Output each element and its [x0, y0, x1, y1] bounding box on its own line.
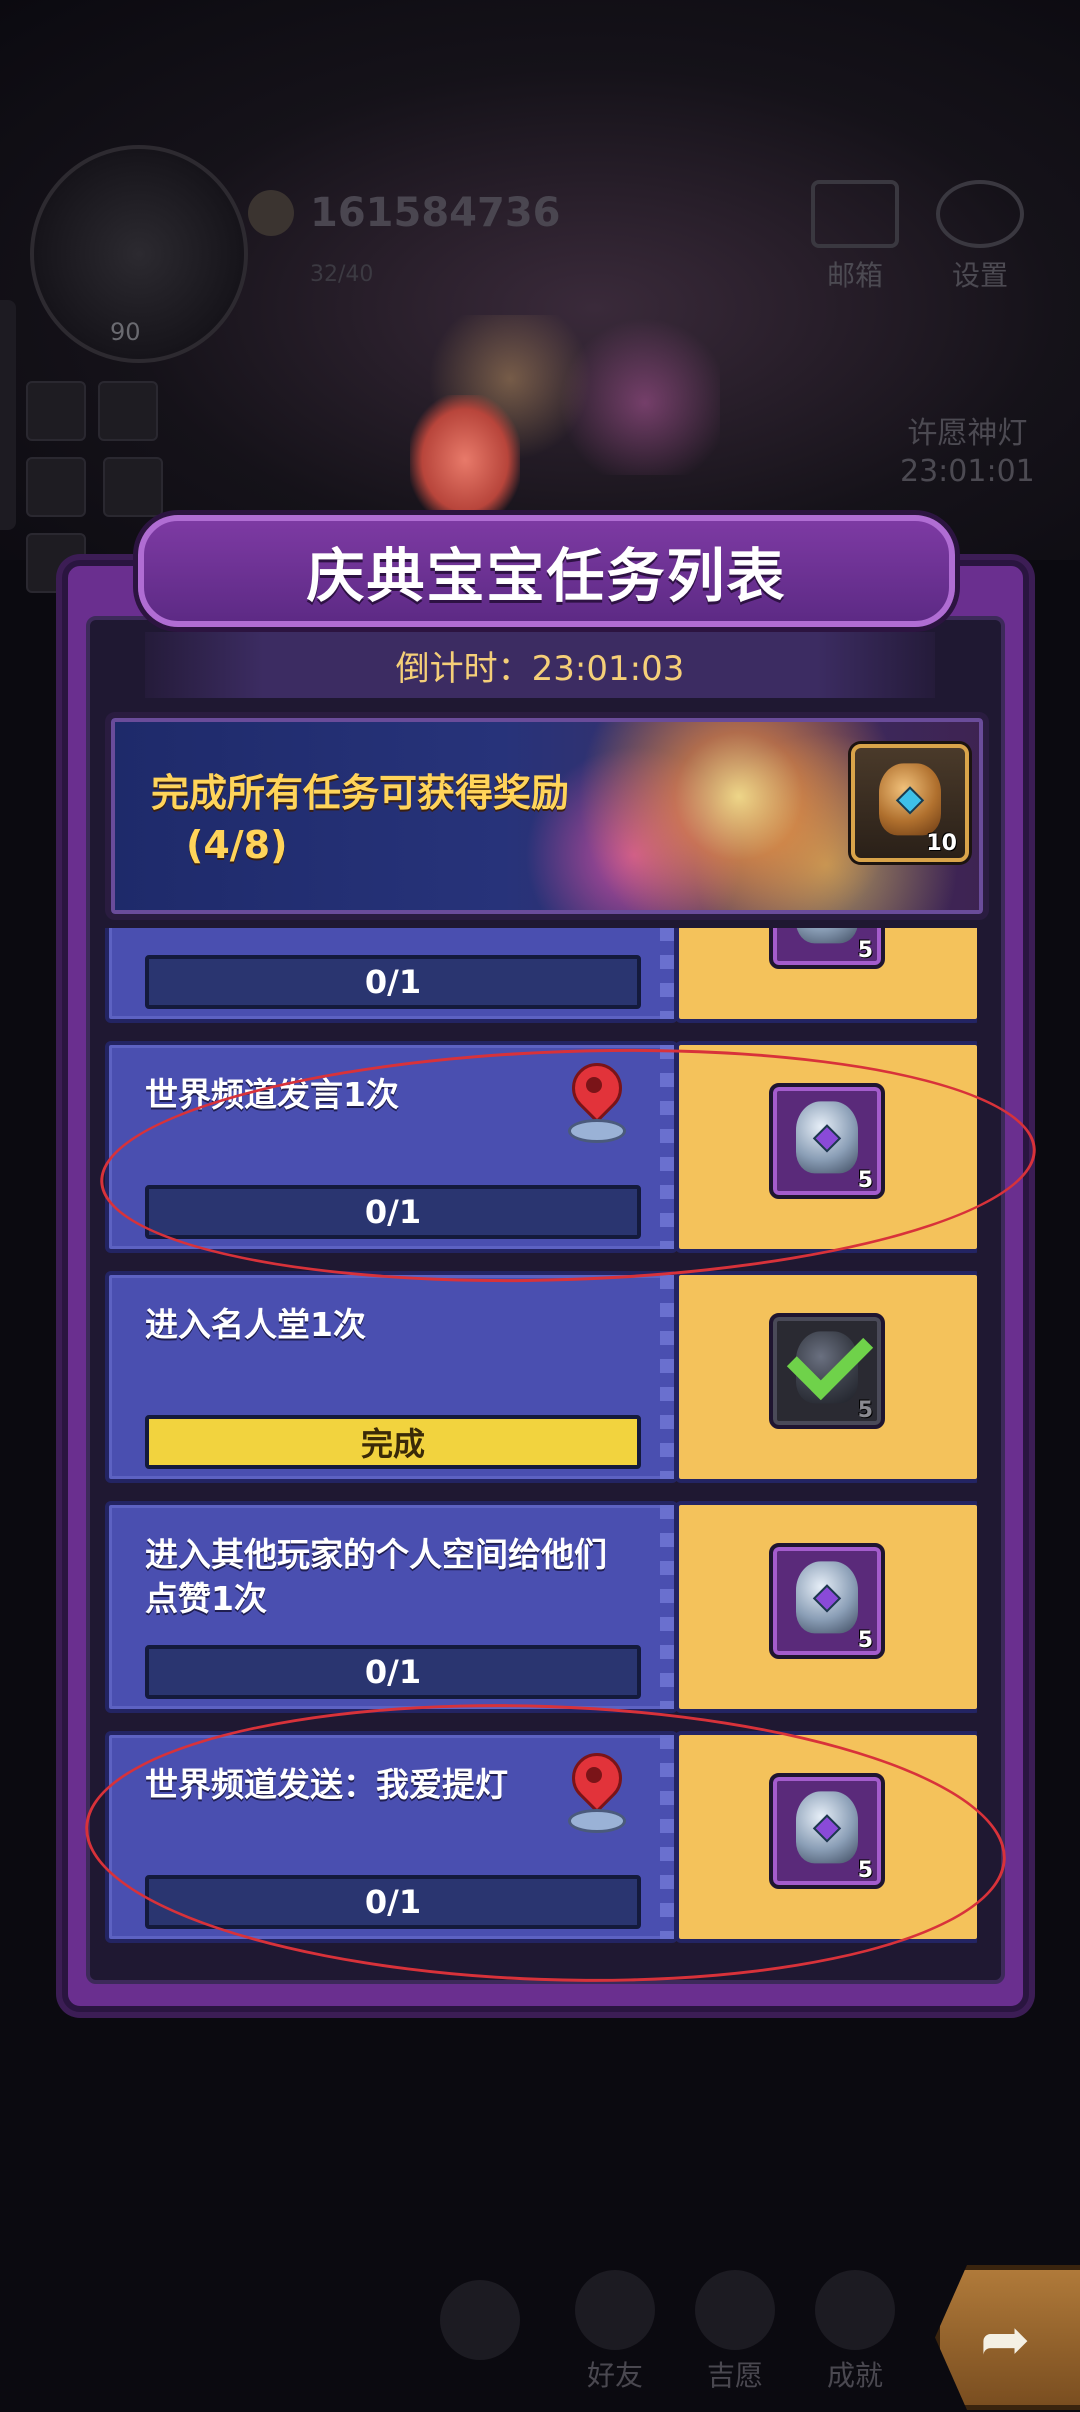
task-progress-bar: 0/1: [145, 1645, 641, 1699]
task-reward-panel: 5: [675, 1271, 977, 1483]
dialog-title: 庆典宝宝任务列表: [306, 542, 787, 610]
shortcut-icon[interactable]: [98, 381, 158, 441]
nav-achievements[interactable]: 成就: [800, 2270, 910, 2394]
task-info: 0/1: [105, 928, 678, 1023]
task-progress-bar: 完成: [145, 1415, 641, 1469]
location-pin-icon[interactable]: [561, 1052, 633, 1143]
task-reward-panel: 5: [675, 1041, 977, 1253]
reward-quantity: 10: [926, 831, 957, 856]
mail-icon: [811, 180, 899, 248]
shortcut-icon[interactable]: [103, 457, 164, 517]
task-progress-bar: 0/1: [145, 955, 641, 1009]
task-title: 世界频道发言1次: [145, 1075, 399, 1114]
task-reward-item[interactable]: 5: [769, 1543, 885, 1659]
gem-icon: [812, 1584, 842, 1613]
task-reward-panel: 5: [675, 1731, 977, 1943]
mail-label: 邮箱: [826, 259, 883, 292]
nav-friends-label: 好友: [586, 2359, 643, 2392]
task-reward-item[interactable]: 5: [769, 928, 885, 969]
task-info: 进入名人堂1次 完成: [105, 1271, 678, 1483]
mail-button[interactable]: 邮箱: [800, 180, 910, 294]
task-list[interactable]: 0/1 5 世界频道发言1次 0/1 5 进入名人堂1次 完成 5 进入其他玩家…: [105, 928, 977, 1960]
gem-icon: [812, 1814, 842, 1843]
task-row: 0/1 5: [105, 928, 977, 1023]
coin-sub: 32/40: [310, 262, 374, 287]
reward-quantity: 5: [857, 938, 873, 963]
reward-quantity: 5: [857, 1628, 873, 1653]
trophy-icon: [815, 2270, 895, 2350]
task-info: 进入其他玩家的个人空间给他们点赞1次 0/1: [105, 1501, 678, 1713]
task-reward-item: 5: [769, 1313, 885, 1429]
nav-settings[interactable]: [430, 2280, 530, 2364]
gift-bow-decoration: [410, 395, 520, 525]
gem-icon: [895, 786, 925, 815]
task-progress-bar: 0/1: [145, 1185, 641, 1239]
all-tasks-progress: (4/8): [186, 823, 288, 867]
silver-jar-icon: [796, 1791, 858, 1864]
share-arrow-icon: ➦: [980, 2305, 1031, 2375]
task-row: 进入名人堂1次 完成 5: [105, 1271, 977, 1483]
bottom-nav: 好友 吉愿 成就: [0, 2270, 1080, 2412]
friends-icon: [575, 2270, 655, 2350]
reward-quantity: 5: [857, 1858, 873, 1883]
shortcut-icon[interactable]: [26, 457, 86, 517]
avatar-level: 90: [110, 318, 141, 346]
coin-icon: [248, 190, 294, 236]
silver-jar-icon: [796, 928, 858, 944]
countdown-text: 倒计时：23:01:03: [395, 648, 685, 689]
gear-icon: [936, 180, 1024, 248]
settings-label: 设置: [951, 259, 1008, 292]
all-tasks-reward-item[interactable]: 10: [851, 744, 969, 862]
nav-achievements-label: 成就: [826, 2359, 883, 2392]
task-progress-bar: 0/1: [145, 1875, 641, 1929]
task-reward-panel: 5: [675, 1501, 977, 1713]
task-title: 进入名人堂1次: [145, 1305, 366, 1344]
task-info: 世界频道发送：我爱提灯 0/1: [105, 1731, 678, 1943]
task-reward-item[interactable]: 5: [769, 1773, 885, 1889]
silver-jar-icon: [796, 1101, 858, 1174]
task-info: 世界频道发言1次 0/1: [105, 1041, 678, 1253]
settings-button[interactable]: 设置: [925, 180, 1035, 294]
task-row: 世界频道发送：我爱提灯 0/1 5: [105, 1731, 977, 1943]
gold-jar-icon: [879, 763, 941, 836]
wish-lamp-timer: 23:01:01: [900, 454, 1035, 489]
task-title: 进入其他玩家的个人空间给他们点赞1次: [145, 1535, 607, 1618]
nav-wishes[interactable]: 吉愿: [680, 2270, 790, 2394]
location-pin-icon[interactable]: [561, 1742, 633, 1833]
coin-value: 161584736: [310, 190, 561, 236]
all-tasks-reward-banner: 完成所有任务可获得奖励 (4/8) 10: [105, 712, 989, 920]
task-reward-panel: 5: [675, 928, 977, 1023]
task-row: 世界频道发言1次 0/1 5: [105, 1041, 977, 1253]
wish-lamp-label: 许愿神灯: [907, 416, 1028, 451]
task-reward-item[interactable]: 5: [769, 1083, 885, 1199]
side-tab[interactable]: [0, 300, 16, 530]
nav-friends[interactable]: 好友: [560, 2270, 670, 2394]
silver-jar-icon: [796, 1561, 858, 1634]
nav-wishes-label: 吉愿: [706, 2359, 763, 2392]
gem-icon: [812, 1124, 842, 1153]
reward-quantity: 5: [857, 1168, 873, 1193]
task-row: 进入其他玩家的个人空间给他们点赞1次 0/1 5: [105, 1501, 977, 1713]
all-tasks-reward-text: 完成所有任务可获得奖励: [151, 771, 570, 815]
wish-lamp-button[interactable]: 许愿神灯 23:01:01: [900, 415, 1035, 491]
gear-icon: [440, 2280, 520, 2360]
wishes-icon: [695, 2270, 775, 2350]
shortcut-icon[interactable]: [26, 381, 86, 441]
countdown-bar: 倒计时：23:01:03: [145, 632, 935, 698]
reward-quantity: 5: [857, 1398, 873, 1423]
task-title: 世界频道发送：我爱提灯: [145, 1765, 508, 1804]
dialog-title-banner: 庆典宝宝任务列表: [138, 515, 955, 627]
